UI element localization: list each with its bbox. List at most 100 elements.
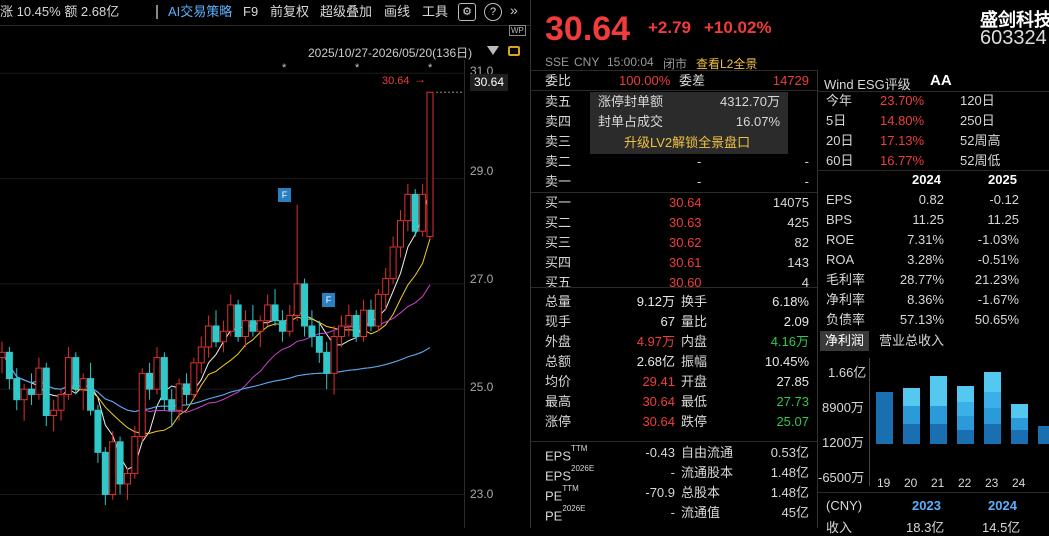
candle-body — [286, 314, 294, 332]
super-overlay-button[interactable]: 超级叠加 — [320, 2, 372, 22]
candle-body — [28, 388, 36, 395]
price-change-pct: +10.02% — [704, 18, 772, 37]
candle-body — [72, 357, 80, 390]
bar-x-label: 20 — [904, 476, 918, 490]
return-label: 52周低 — [960, 153, 1001, 168]
event-marker-f[interactable]: F — [322, 293, 335, 307]
fin-value: 11.25 — [912, 212, 944, 227]
weicha-value: 14729 — [772, 73, 809, 88]
tab-total-revenue[interactable]: 营业总收入 — [874, 331, 949, 351]
candle-body — [330, 336, 338, 374]
candle-body — [160, 357, 168, 401]
gear-icon[interactable]: ⚙ — [458, 3, 476, 21]
f9-button[interactable]: F9 — [243, 2, 258, 22]
profit-bar-segment — [1011, 418, 1028, 430]
stat-label: 最低 — [681, 394, 708, 409]
buy-vol: 143 — [787, 255, 809, 270]
ai-strategy-button[interactable]: AI交易策略 — [168, 2, 232, 22]
bar-y-label: 1.66亿 — [828, 365, 867, 380]
stats-panel: 总量 9.12万 换手 6.18% 现手 67 量比 2.09 外盘 4.97万 内盘 4.16万 总额… — [545, 291, 815, 441]
candle-body — [301, 283, 309, 327]
candle-body — [50, 409, 58, 416]
candle-body — [396, 220, 404, 248]
revenue-value: 14.5亿 — [982, 520, 1021, 535]
return-label: 5日 — [826, 113, 847, 128]
buy-label: 买三 — [545, 235, 572, 250]
buy-label: 买一 — [545, 195, 572, 210]
fund-value: 1.48亿 — [770, 485, 809, 500]
draw-line-button[interactable]: 画线 — [384, 2, 410, 22]
tools-button[interactable]: 工具 — [422, 2, 448, 22]
fundamentals-panel: EPSTTM -0.43 自由流通 0.53亿 EPS2026E - 流通股本 1.48亿 PE… — [545, 442, 815, 528]
stat-row: 现手 67 量比 2.09 — [545, 312, 815, 332]
currency-label: (CNY) — [826, 498, 863, 513]
candle-body — [404, 193, 412, 222]
stat-label: 换手 — [681, 294, 708, 309]
profit-bar-segment — [1011, 404, 1028, 418]
candle-body — [308, 325, 316, 338]
return-value: 17.13% — [880, 133, 925, 148]
bar-y-label: 8900万 — [822, 400, 864, 415]
net-profit-bar-chart[interactable] — [870, 358, 1049, 486]
sell-label: 卖四 — [545, 114, 572, 129]
fin-label: 负债率 — [826, 312, 866, 327]
candle-body — [0, 351, 6, 359]
tab-net-profit[interactable]: 净利润 — [820, 331, 870, 351]
revenue-label: 收入 — [826, 520, 853, 535]
wp-badge[interactable]: WP — [509, 25, 526, 36]
high-marker-label: 30.64 — [382, 75, 410, 87]
fin-value: 0.82 — [918, 192, 944, 207]
fund-value: -70.9 — [645, 485, 675, 500]
fin-label: 净利率 — [826, 292, 866, 307]
date-range: 2025/10/27-2026/05/20(136日) — [308, 46, 473, 60]
buy-price: 30.63 — [669, 215, 702, 230]
candle-body — [315, 336, 323, 353]
event-marker-f[interactable]: F — [278, 188, 291, 202]
stat-value: 27.85 — [776, 374, 809, 389]
stat-value: 67 — [660, 314, 675, 329]
upgrade-lv2-link[interactable]: 升级LV2解锁全景盘口 — [624, 133, 750, 153]
stat-value: 2.09 — [783, 314, 809, 329]
fin-label: EPS — [826, 192, 853, 207]
candle-body — [175, 383, 183, 411]
exchange: SSE — [545, 55, 570, 69]
candle-body — [57, 393, 65, 411]
stat-label: 外盘 — [545, 334, 572, 349]
kline-chart[interactable] — [0, 60, 530, 528]
candle-body — [123, 472, 131, 485]
buy-price: 30.62 — [669, 235, 702, 250]
bar-x-label: 23 — [985, 476, 999, 490]
candle-body — [5, 351, 13, 380]
stat-row: 最高 30.64 最低 27.73 — [545, 392, 815, 412]
price-change: +2.79 — [648, 18, 692, 37]
fund-label: 流通值 — [681, 505, 721, 520]
buy-label: 买五 — [545, 275, 572, 290]
return-row: 5日 14.80% 250日 — [826, 111, 1049, 131]
fin-value: -1.67% — [977, 292, 1019, 307]
candle-body — [256, 320, 264, 332]
lock-icon[interactable] — [508, 46, 520, 56]
seal-amount-label: 涨停封单额 — [598, 94, 664, 109]
stat-value: 6.18% — [772, 294, 809, 309]
bar-x-label: 22 — [958, 476, 972, 490]
stock-price: 30.64 — [545, 10, 631, 48]
candle-body — [345, 314, 353, 327]
bar-y-label: -6500万 — [818, 470, 865, 485]
stat-value: 4.16万 — [770, 334, 809, 349]
forward-adjust-button[interactable]: 前复权 — [270, 2, 309, 22]
stat-label: 现手 — [545, 314, 572, 329]
profit-bar-segment — [903, 388, 920, 406]
buy-vol: 14075 — [772, 195, 809, 210]
fund-row: PE2026E - 流通值 45亿 — [545, 503, 815, 523]
stat-label: 最高 — [545, 394, 572, 409]
fin-row: 毛利率 28.77% 21.23% — [826, 270, 1049, 290]
star-marker: * — [355, 62, 360, 74]
question-icon[interactable]: ? — [484, 3, 502, 21]
candle-body — [13, 378, 21, 401]
double-chevron-right-icon[interactable]: » — [510, 2, 518, 18]
profit-bar-segment — [903, 406, 920, 424]
candle-body — [382, 278, 390, 295]
candle-body — [146, 372, 154, 390]
stat-row: 总量 9.12万 换手 6.18% — [545, 292, 815, 312]
dropdown-triangle-icon[interactable] — [487, 46, 499, 55]
